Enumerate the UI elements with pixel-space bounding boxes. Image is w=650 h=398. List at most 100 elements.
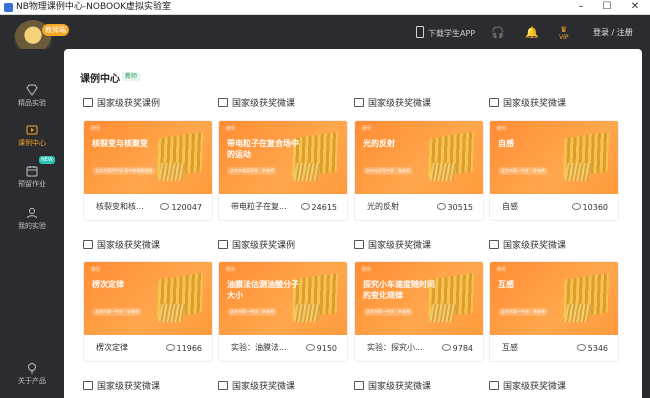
lesson-card[interactable]: 课例 带电粒子在复合场中的运动 北京市育英学校 · 李老师 带电粒子在复... 24… [218, 120, 348, 221]
category-label[interactable]: 国家级获奖微课 [354, 240, 431, 252]
category-label[interactable]: 国家级获奖微课 [354, 98, 431, 110]
eye-icon [436, 203, 446, 210]
eye-icon [160, 203, 170, 210]
view-count: 9150 [305, 344, 337, 353]
lesson-card[interactable]: 课例 楞次定律 北京市第一中学 · 李老师 楞次定律 11966 [83, 261, 213, 362]
sidebar-item-my-experiments[interactable]: 我的实验 [0, 207, 64, 231]
view-count: 120047 [160, 203, 202, 212]
eye-icon [305, 344, 315, 351]
sidebar-item-label: 精品实验 [18, 99, 46, 107]
brand-mark: 课例 [496, 267, 507, 273]
maximize-icon[interactable]: ☐ [594, 0, 620, 14]
lesson-card[interactable]: 课例 自感 北京市第一中学 · 李老师 自感 10360 [489, 120, 619, 221]
sidebar-item-label: 课例中心 [18, 139, 46, 147]
phone-icon [416, 26, 424, 38]
download-app-label: 下载学生APP [428, 29, 476, 38]
brand-mark: 课例 [90, 267, 101, 273]
lesson-name: 实验：探究小... [367, 343, 423, 352]
lesson-thumbnail: 课例 自感 北京市第一中学 · 李老师 [490, 121, 618, 194]
sidebar-item-homework[interactable]: 预留作业 [0, 165, 64, 189]
eye-icon [571, 203, 581, 210]
thumbnail-subtitle: 北京市育英学校 · 李老师 [227, 167, 277, 175]
window-title: NB物理课例中心-NOBOOK虚拟实验室 [16, 2, 172, 12]
thumbnail-title: 自感 [498, 139, 514, 148]
view-count: 24615 [300, 203, 337, 212]
sidebar-item-featured-experiments[interactable]: 精品实验 [0, 84, 64, 108]
vip-button[interactable]: ♛ VIP [559, 26, 569, 42]
window-titlebar: NB物理课例中心-NOBOOK虚拟实验室 – ☐ ✕ [0, 0, 650, 15]
lesson-thumbnail: 课例 油膜法估测油酸分子大小 北京市第一中学 · 李老师 [219, 262, 347, 335]
eye-icon [576, 344, 586, 351]
decor [429, 304, 457, 322]
decor [564, 163, 592, 181]
thumbnail-title: 核裂变与核聚变 [92, 139, 148, 148]
lesson-thumbnail: 课例互感北京市第一中学 · 李老师 [490, 262, 618, 335]
decor [429, 163, 457, 181]
thumbnail-subtitle: 北京市第一中学 · 李老师 [498, 308, 548, 316]
headset-icon[interactable]: 🎧 [491, 26, 505, 40]
category-label[interactable]: 国家级获奖课例 [218, 240, 295, 252]
download-app-link[interactable]: 下载学生APP [416, 26, 475, 41]
category-label[interactable]: 国家级获奖微课 [354, 381, 431, 393]
sidebar-item-lesson-center[interactable]: 课例中心 [0, 124, 64, 148]
thumbnail-subtitle: 北京市第四中学·高中物理教研组 [92, 167, 156, 175]
tv-icon [218, 240, 228, 249]
thumbnail-title: 互感 [498, 280, 514, 289]
new-badge: NEW [39, 156, 55, 164]
decor [293, 304, 321, 322]
lesson-name: 互感 [502, 343, 518, 352]
brand-mark: 课例 [361, 126, 372, 132]
lesson-card[interactable]: 课例 油膜法估测油酸分子大小 北京市第一中学 · 李老师 实验：油膜法... 915… [218, 261, 348, 362]
category-label[interactable]: 国家级获奖微课 [489, 240, 566, 252]
category-label[interactable]: 国家级获奖微课 [218, 98, 295, 110]
sidebar-item-about[interactable]: 关于产品 [0, 362, 64, 386]
view-count: 30515 [436, 203, 473, 212]
category-label[interactable]: 国家级获奖微课 [83, 381, 160, 393]
category-label[interactable]: 国家级获奖微课 [489, 381, 566, 393]
brand-mark: 课例 [225, 126, 236, 132]
tv-icon [489, 240, 499, 249]
lesson-card[interactable]: 课例 核裂变与核聚变 北京市第四中学·高中物理教研组 核裂变和核... 120047 [83, 120, 213, 221]
login-register-link[interactable]: 登录 / 注册 [593, 26, 633, 40]
eye-icon [165, 344, 175, 351]
sidebar-item-label: 预留作业 [18, 180, 46, 188]
decor [158, 304, 186, 322]
brand-mark: 课例 [361, 267, 372, 273]
thumbnail-subtitle: 北京市第一中学 · 李老师 [92, 308, 142, 316]
calendar-icon [26, 166, 38, 177]
main-content: 课例中心 教师 国家级获奖课例 国家级获奖微课 国家级获奖微课 国家级获奖微课 … [64, 49, 642, 398]
thumbnail-subtitle: 杭州市学军中学 · 张老师 [363, 167, 413, 175]
vip-label: VIP [559, 34, 569, 41]
eye-icon [300, 203, 310, 210]
thumbnail-subtitle: 北京市第一中学 · 李老师 [363, 308, 413, 316]
category-label[interactable]: 国家级获奖微课 [218, 381, 295, 393]
lesson-name: 核裂变和核... [96, 202, 144, 211]
teacher-badge: 教师端 [42, 24, 69, 36]
decor [158, 163, 186, 181]
lesson-card[interactable]: 课例 光的反射 杭州市学军中学 · 张老师 光的反射 30515 [354, 120, 484, 221]
close-icon[interactable]: ✕ [622, 0, 648, 14]
category-label[interactable]: 国家级获奖微课 [489, 98, 566, 110]
category-label[interactable]: 国家级获奖课例 [83, 98, 160, 110]
crown-icon: ♛ [560, 25, 568, 34]
teacher-tag: 教师 [122, 72, 141, 81]
gem-icon [26, 84, 38, 96]
tv-icon [218, 381, 228, 390]
lesson-card[interactable]: 课例 互感 北京市第一中学 · 李老师 互感 5346 [489, 261, 619, 362]
category-label[interactable]: 国家级获奖微课 [83, 240, 160, 252]
minimize-icon[interactable]: – [568, 0, 594, 14]
lesson-card[interactable]: 课例 探究小车速度随时间的变化规律 北京市第一中学 · 李老师 实验：探究小... … [354, 261, 484, 362]
view-count: 5346 [576, 344, 608, 353]
lesson-name: 楞次定律 [96, 343, 128, 352]
lesson-thumbnail: 课例 楞次定律 北京市第一中学 · 李老师 [84, 262, 212, 335]
tv-icon [489, 381, 499, 390]
lesson-thumbnail: 课例 带电粒子在复合场中的运动 北京市育英学校 · 李老师 [219, 121, 347, 194]
video-icon [26, 125, 38, 135]
scrollbar[interactable] [642, 49, 650, 398]
bell-icon[interactable]: 🔔 [525, 26, 539, 40]
tv-icon [218, 98, 228, 107]
lesson-thumbnail: 课例 探究小车速度随时间的变化规律 北京市第一中学 · 李老师 [355, 262, 483, 335]
lesson-thumbnail: 课例 光的反射 杭州市学军中学 · 张老师 [355, 121, 483, 194]
tv-icon [83, 381, 93, 390]
eye-icon [441, 344, 451, 351]
